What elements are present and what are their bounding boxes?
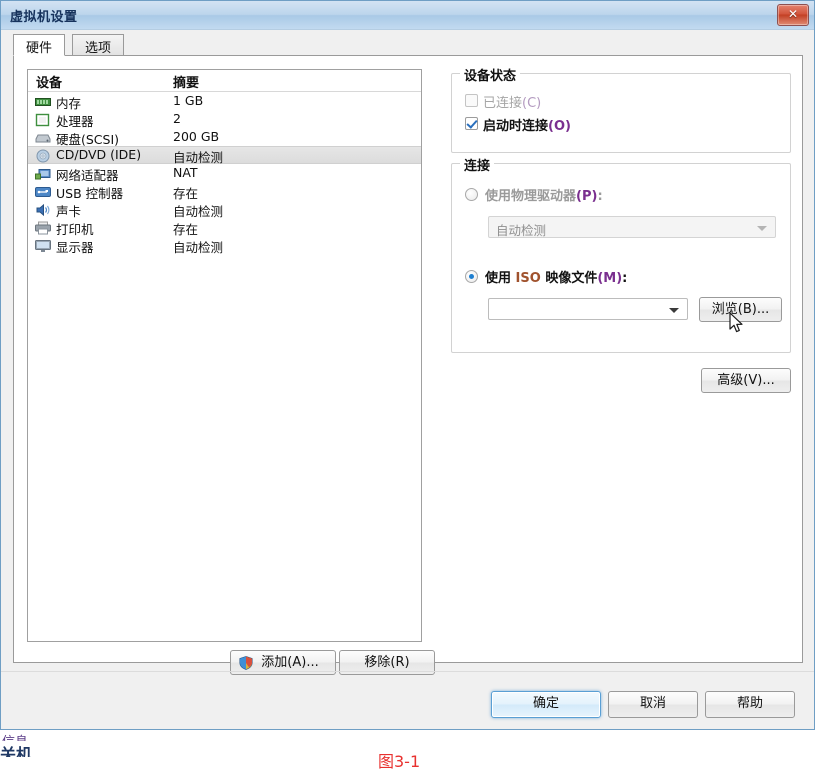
table-row[interactable]: CD/DVD (IDE) 自动检测 <box>28 146 421 165</box>
cancel-button[interactable]: 取消 <box>608 691 698 718</box>
physical-drive-combobox-value: 自动检测 <box>496 223 547 238</box>
device-summary: 2 <box>173 111 181 126</box>
connection-group: 连接 使用物理驱动器(P): 自动检测 使用 ISO 映像文件(M): 浏览(B… <box>451 155 791 353</box>
background-text-line-1: 信息 <box>2 731 28 741</box>
virtual-machine-settings-dialog: 虚拟机设置 ✕ 硬件 选项 设备 摘要 内存 1 GB 处理器 2 硬盘(SCS… <box>0 0 815 730</box>
advanced-button[interactable]: 高级(V)... <box>701 368 791 393</box>
screen: 信息 关机 图3-1 虚拟机设置 ✕ 硬件 选项 设备 摘要 <box>0 0 817 773</box>
chevron-down-icon <box>669 308 679 313</box>
processor-icon <box>35 112 51 127</box>
device-summary: NAT <box>173 165 198 180</box>
footer-divider <box>1 671 814 672</box>
radio-use-iso-image-button[interactable] <box>465 270 478 283</box>
table-row[interactable]: USB 控制器 存在 <box>28 182 421 201</box>
memory-icon <box>35 94 51 108</box>
checkbox-connect-at-power-on-label: 启动时连接(O) <box>483 119 571 134</box>
checkbox-connect-at-power-on-box[interactable] <box>465 117 478 130</box>
cddvd-icon <box>35 148 51 163</box>
background-text-line-2: 关机 <box>0 745 33 757</box>
figure-caption: 图3-1 <box>378 752 421 771</box>
help-button[interactable]: 帮助 <box>705 691 795 718</box>
tab-options[interactable]: 选项 <box>72 34 125 56</box>
harddisk-icon <box>35 130 51 144</box>
radio-use-physical-drive-label: 使用物理驱动器(P): <box>485 189 603 204</box>
checkbox-connected-box[interactable] <box>465 94 478 107</box>
device-summary: 1 GB <box>173 93 204 108</box>
add-device-label: 添加(A)... <box>261 655 319 670</box>
device-name: CD/DVD (IDE) <box>56 147 142 162</box>
sound-icon <box>35 202 51 217</box>
table-row[interactable]: 硬盘(SCSI) 200 GB <box>28 128 421 147</box>
close-icon: ✕ <box>787 7 799 21</box>
table-row[interactable]: 内存 1 GB <box>28 92 421 111</box>
browse-button[interactable]: 浏览(B)... <box>699 297 782 322</box>
tab-hardware[interactable]: 硬件 <box>13 34 66 56</box>
network-icon <box>35 166 51 180</box>
connection-group-title: 连接 <box>460 155 495 174</box>
usb-icon <box>35 184 51 198</box>
table-row[interactable]: 显示器 自动检测 <box>28 236 421 255</box>
title-bar: 虚拟机设置 ✕ <box>1 1 814 30</box>
column-header-device: 设备 <box>36 76 63 91</box>
physical-drive-combobox[interactable]: 自动检测 <box>488 216 776 238</box>
table-row[interactable]: 声卡 自动检测 <box>28 200 421 219</box>
table-row[interactable]: 处理器 2 <box>28 110 421 129</box>
display-icon <box>35 238 51 252</box>
radio-use-physical-drive-button[interactable] <box>465 188 478 201</box>
checkbox-connected-label: 已连接(C) <box>483 96 542 111</box>
device-status-group: 设备状态 已连接(C) 启动时连接(O) <box>451 65 791 153</box>
column-header-summary: 摘要 <box>173 76 200 91</box>
device-summary: 自动检测 <box>173 240 224 255</box>
iso-path-combobox[interactable] <box>488 298 688 320</box>
chevron-down-icon <box>757 226 767 231</box>
printer-icon <box>35 220 51 235</box>
hardware-tab-page: 设备 摘要 内存 1 GB 处理器 2 硬盘(SCSI) 200 GB CD/D… <box>13 55 803 675</box>
table-row[interactable]: 网络适配器 NAT <box>28 164 421 183</box>
tab-strip: 硬件 选项 <box>13 34 803 56</box>
radio-use-iso-image-label: 使用 ISO 映像文件(M): <box>485 271 628 286</box>
ok-button[interactable]: 确定 <box>491 691 601 718</box>
close-button[interactable]: ✕ <box>777 4 809 26</box>
window-title: 虚拟机设置 <box>10 10 78 25</box>
device-list-header: 设备 摘要 <box>28 70 421 92</box>
device-name: 显示器 <box>56 240 94 255</box>
device-status-group-title: 设备状态 <box>460 65 521 84</box>
shield-icon <box>239 656 253 670</box>
device-summary: 200 GB <box>173 129 220 144</box>
table-row[interactable]: 打印机 存在 <box>28 218 421 237</box>
device-list[interactable]: 设备 摘要 内存 1 GB 处理器 2 硬盘(SCSI) 200 GB CD/D… <box>27 69 422 642</box>
